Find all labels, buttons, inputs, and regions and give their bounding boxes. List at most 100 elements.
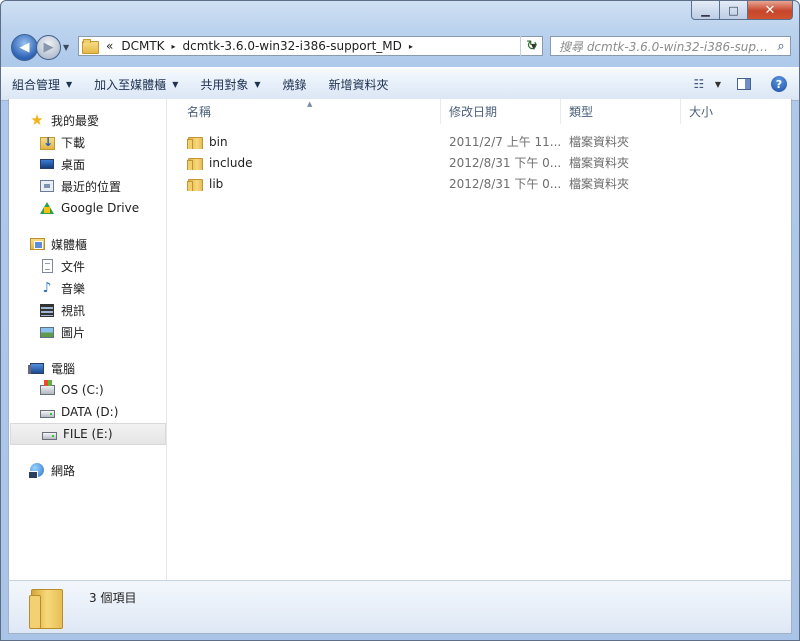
table-row[interactable]: bin 2011/2/7 上午 11... 檔案資料夾 [167, 131, 791, 152]
document-icon [39, 258, 55, 274]
share-with-label: 共用對象 [200, 77, 249, 92]
sidebar-item-videos[interactable]: 視訊 [9, 299, 166, 321]
sidebar-item-desktop[interactable]: 桌面 [9, 153, 166, 175]
picture-icon [39, 324, 55, 340]
chevron-down-icon: ▼ [254, 79, 261, 89]
column-header-type[interactable]: 類型 [561, 99, 681, 124]
breadcrumb-separator-icon[interactable]: ▸ [406, 42, 416, 51]
refresh-button[interactable]: ↻ [520, 36, 543, 56]
star-icon: ★ [30, 111, 44, 129]
new-folder-button[interactable]: 新增資料夾 [318, 76, 400, 93]
change-view-icon[interactable]: ☷ [691, 77, 707, 91]
sidebar-item-label: 我的最愛 [51, 113, 100, 128]
sidebar-item-downloads[interactable]: 下載 [9, 131, 166, 153]
recent-places-icon [39, 178, 55, 194]
column-header-size[interactable]: 大小 [681, 99, 771, 124]
forward-button[interactable]: ▶ [36, 35, 61, 60]
breadcrumb-separator-icon[interactable]: ▸ [169, 42, 179, 51]
caption-buttons: ▁ □ ✕ [691, 1, 793, 20]
sidebar-item-label: 音樂 [61, 281, 86, 296]
computer-icon [28, 360, 45, 376]
desktop-icon [39, 156, 55, 172]
column-header-name[interactable]: 名稱 ▲ [167, 99, 441, 124]
column-header-date[interactable]: 修改日期 [441, 99, 561, 124]
table-row[interactable]: lib 2012/8/31 下午 0... 檔案資料夾 [167, 173, 791, 194]
include-in-library-label: 加入至媒體櫃 [94, 77, 167, 92]
file-type: 檔案資料夾 [569, 156, 630, 170]
sidebar-item-libraries[interactable]: 媒體櫃 [9, 233, 166, 255]
file-type: 檔案資料夾 [569, 177, 630, 191]
organize-label: 組合管理 [12, 77, 61, 92]
organize-button[interactable]: 組合管理 ▼ [1, 76, 83, 93]
file-name-cell: bin [167, 135, 441, 149]
file-list-pane[interactable]: 名稱 ▲ 修改日期 類型 大小 bin 2011/2/7 上午 11... 檔案… [167, 99, 791, 580]
share-with-button[interactable]: 共用對象 ▼ [189, 76, 271, 93]
file-name: lib [209, 176, 224, 191]
file-rows: bin 2011/2/7 上午 11... 檔案資料夾 include 2012… [167, 131, 791, 194]
sidebar-item-label: OS (C:) [61, 383, 104, 397]
maximize-button[interactable]: □ [720, 1, 747, 20]
column-header-label: 修改日期 [449, 105, 498, 119]
minimize-button[interactable]: ▁ [691, 1, 720, 20]
search-placeholder: 搜尋 dcmtk-3.6.0-win32-i386-supp... [559, 39, 772, 54]
back-button[interactable]: ◀ [11, 34, 38, 61]
sidebar-item-music[interactable]: ♪ 音樂 [9, 277, 166, 299]
search-input[interactable]: 搜尋 dcmtk-3.6.0-win32-i386-supp... ⌕ [550, 36, 791, 56]
breadcrumb-current-folder[interactable]: dcmtk-3.6.0-win32-i386-support_MD [179, 39, 406, 53]
folder-icon [82, 39, 99, 54]
file-date: 2011/2/7 上午 11... [449, 135, 561, 149]
sidebar-item-label: DATA (D:) [61, 405, 119, 419]
sidebar-item-favorites[interactable]: ★ 我的最愛 [9, 109, 166, 131]
content-area: ★ 我的最愛 下載 桌面 最近的位置 Google Drive [8, 99, 792, 580]
close-button[interactable]: ✕ [747, 1, 793, 20]
sidebar-item-drive-e[interactable]: FILE (E:) [10, 423, 166, 445]
breadcrumb-dcmtk[interactable]: DCMTK [117, 39, 168, 53]
toolbar-right: ☷ ▼ ? [691, 76, 799, 92]
help-icon[interactable]: ? [771, 76, 787, 92]
view-options-chevron-icon[interactable]: ▼ [715, 80, 721, 89]
hard-drive-icon [39, 404, 55, 420]
sidebar-item-drive-d[interactable]: DATA (D:) [9, 401, 166, 423]
column-header-label: 類型 [569, 105, 594, 119]
include-in-library-button[interactable]: 加入至媒體櫃 ▼ [83, 76, 189, 93]
sidebar-item-label: 文件 [61, 259, 86, 274]
sidebar-item-documents[interactable]: 文件 [9, 255, 166, 277]
sidebar-item-label: 最近的位置 [61, 179, 122, 194]
table-row[interactable]: include 2012/8/31 下午 0... 檔案資料夾 [167, 152, 791, 173]
sidebar-item-label: 媒體櫃 [51, 237, 88, 252]
sidebar-item-drive-c[interactable]: OS (C:) [9, 379, 166, 401]
burn-button[interactable]: 燒錄 [272, 76, 318, 93]
item-count: 3 個項目 [89, 591, 137, 605]
details-pane: 3 個項目 [8, 580, 792, 634]
chevron-down-icon: ▼ [66, 79, 73, 89]
recent-pages-button[interactable]: ▼ [63, 43, 73, 53]
explorer-window: ▁ □ ✕ ◀ ▶ ▼ « DCMTK ▸ dcmtk-3.6.0-win32-… [0, 0, 800, 641]
sidebar-item-google-drive[interactable]: Google Drive [9, 197, 166, 219]
breadcrumb-overflow[interactable]: « [102, 39, 117, 53]
file-name-cell: lib [167, 177, 441, 191]
sidebar-item-network[interactable]: 網路 [9, 459, 166, 481]
sidebar-item-recent-places[interactable]: 最近的位置 [9, 175, 166, 197]
folder-icon [187, 135, 203, 149]
sidebar-item-label: 桌面 [61, 157, 86, 172]
address-bar[interactable]: « DCMTK ▸ dcmtk-3.6.0-win32-i386-support… [78, 36, 543, 56]
chevron-down-icon: ▼ [172, 79, 179, 89]
search-icon[interactable]: ⌕ [772, 39, 790, 54]
sort-ascending-icon: ▲ [307, 100, 313, 108]
file-name: bin [209, 134, 228, 149]
sidebar-item-label: Google Drive [61, 201, 140, 215]
library-icon [29, 236, 45, 252]
film-icon [39, 302, 55, 318]
system-drive-icon [39, 380, 55, 398]
hard-drive-icon [41, 426, 57, 442]
navigation-pane[interactable]: ★ 我的最愛 下載 桌面 最近的位置 Google Drive [9, 99, 167, 580]
network-icon [28, 462, 45, 479]
sidebar-item-label: 網路 [51, 463, 76, 478]
burn-label: 燒錄 [282, 77, 307, 92]
file-date: 2012/8/31 下午 0... [449, 156, 561, 170]
preview-pane-icon[interactable] [737, 78, 751, 90]
sidebar-item-pictures[interactable]: 圖片 [9, 321, 166, 343]
downloads-icon [39, 134, 55, 150]
column-header-label: 名稱 [187, 105, 212, 119]
sidebar-item-computer[interactable]: 電腦 [9, 357, 166, 379]
